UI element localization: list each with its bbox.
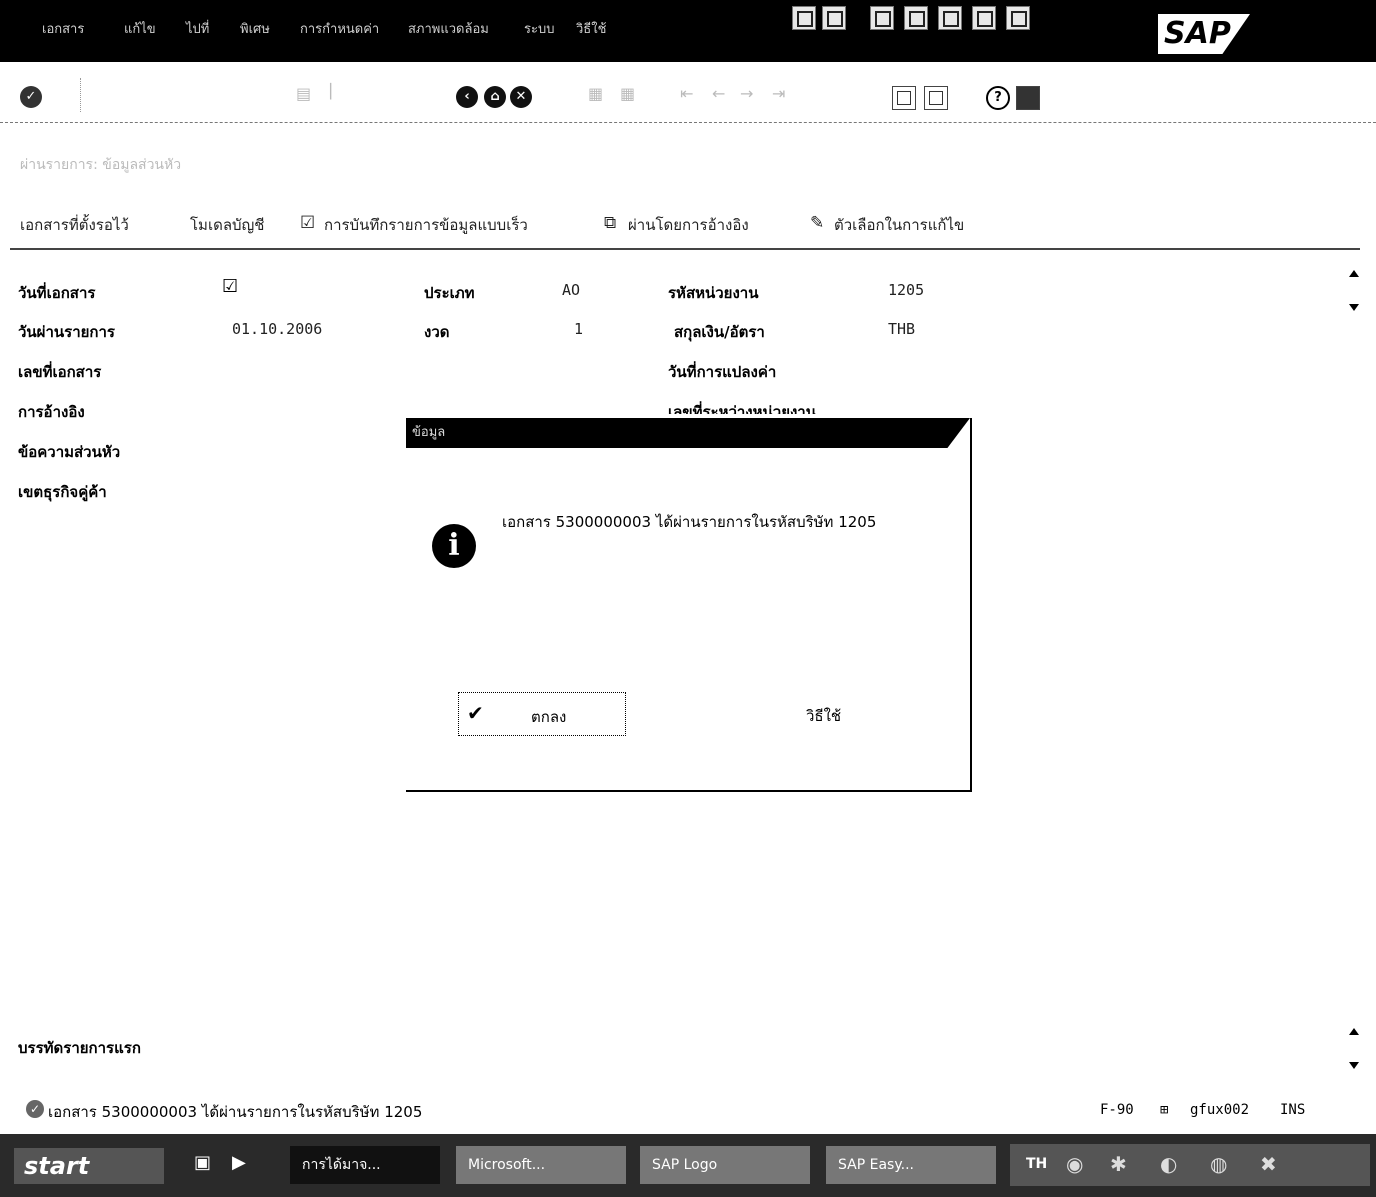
document-date-checkbox[interactable]: ☑ [222,276,238,297]
back-icon[interactable]: ‹ [456,86,478,108]
insert-mode: INS [1280,1102,1306,1118]
transaction-code: F-90 [1100,1102,1134,1118]
document-date-label: วันที่เอกสาร [18,284,96,302]
ok-button-label: ตกลง [531,708,567,726]
doc-type-field[interactable]: AO [562,281,580,299]
lower-scroll-up-arrow-icon[interactable] [1349,1028,1359,1035]
graphics-icon[interactable] [938,6,962,30]
toolbar-divider [10,248,1360,250]
taskbar-item-sap-easy-access[interactable]: SAP Easy... [826,1146,996,1184]
reference-label: การอ้างอิง [18,403,85,421]
checkmark-icon: ✔ [467,701,484,725]
print-icon[interactable]: ▦ [588,84,603,103]
edit-icon[interactable] [972,6,996,30]
help-icon[interactable]: ? [986,86,1010,110]
menu-environment[interactable]: สภาพแวดล้อม [408,18,489,39]
system-tray: TH ◉ ✱ ◐ ◍ ✖ [1010,1144,1370,1186]
menu-bar: เอกสาร แก้ไข ไปที่ พิเศษ การกำหนดค่า สภา… [0,0,1376,62]
volume-icon[interactable]: ◐ [1160,1152,1177,1176]
document-number-label: เลขที่เอกสาร [18,363,102,381]
create-session-icon[interactable] [892,86,916,110]
info-icon: i [432,524,476,568]
held-documents-button[interactable]: เอกสารที่ตั้งรอไว้ [20,213,129,237]
currency-label: สกุลเงิน/อัตรา [674,323,765,341]
first-line-item-label: บรรทัดรายการแรก [18,1039,141,1057]
user-id: gfux002 [1190,1102,1250,1118]
sap-logo: SAP [1158,14,1250,54]
screen-title: ผ่านรายการ: ข้อมูลส่วนหัว [20,157,182,173]
system-info-icon[interactable]: ⊞ [1160,1102,1168,1118]
layout-menu-icon[interactable] [792,6,816,30]
company-code-field[interactable]: 1205 [888,281,924,299]
menu-settings[interactable]: การกำหนดค่า [300,18,379,39]
dialog-message: เอกสาร 5300000003 ได้ผ่านรายการในรหัสบริ… [502,513,877,531]
windows-taskbar: start ▣ ▶ การได้มาจ... Microsoft... SAP … [0,1134,1376,1197]
excel-icon[interactable] [904,6,928,30]
status-bar: ✓ เอกสาร 5300000003 ได้ผ่านรายการในรหัสบ… [0,1092,1376,1126]
first-page-icon[interactable]: ⇤ [680,84,693,103]
media-player-icon[interactable]: ▶ [232,1152,246,1173]
command-field-divider [80,78,82,112]
menu-edit[interactable]: แก้ไข [124,18,156,39]
customize-layout-icon[interactable] [1016,86,1040,110]
posting-date-field[interactable]: 01.10.2006 [232,320,322,338]
fast-entry-icon: ☑ [300,213,316,233]
status-message[interactable]: เอกสาร 5300000003 ได้ผ่านรายการในรหัสบริ… [48,1100,422,1124]
period-label: งวด [424,323,450,341]
separator-icon: ▏ [330,84,341,100]
currency-field[interactable]: THB [888,320,915,338]
help-button[interactable]: วิธีใช้ [806,704,841,728]
cross-company-label: เลขที่ระหว่างหน่วยงาน [668,403,816,414]
cancel-icon[interactable]: ✕ [510,86,532,108]
enter-check-icon[interactable]: ✓ [20,86,42,108]
taskbar-item-document[interactable]: การได้มาจ... [290,1146,440,1184]
antivirus-icon[interactable]: ◍ [1210,1152,1227,1176]
save-icon[interactable]: ▤ [296,84,311,103]
language-indicator[interactable]: TH [1026,1156,1047,1172]
clock-icon[interactable]: ✖ [1260,1152,1277,1176]
editing-options-button[interactable]: ตัวเลือกในการแก้ไข [834,213,964,237]
standard-toolbar: ✓ ▤ ▏ ‹ ⌂ ✕ ▦ ▦ ⇤ ← → ⇥ ? [0,72,1376,123]
word-icon[interactable] [870,6,894,30]
account-model-button[interactable]: โมเดลบัญชี [190,213,265,237]
exit-icon[interactable]: ⌂ [484,86,506,108]
posting-date-label: วันผ่านรายการ [18,323,115,341]
menu-document[interactable]: เอกสาร [42,18,84,39]
lower-scroll-down-arrow-icon[interactable] [1349,1062,1359,1069]
quick-launch-icon[interactable]: ▣ [194,1152,211,1173]
information-dialog: ข้อมูล i เอกสาร 5300000003 ได้ผ่านรายการ… [406,418,972,792]
scroll-up-arrow-icon[interactable] [1349,270,1359,277]
taskbar-item-excel[interactable]: Microsoft... [456,1146,626,1184]
start-button[interactable]: start [14,1148,164,1184]
success-check-icon: ✓ [26,1100,44,1118]
post-with-reference-button[interactable]: ผ่านโดยการอ้างอิง [628,213,749,237]
dialog-title: ข้อมูล [406,418,970,448]
next-page-icon[interactable]: → [740,84,753,103]
company-code-label: รหัสหน่วยงาน [668,284,759,302]
last-page-icon[interactable]: ⇥ [772,84,785,103]
doc-type-label: ประเภท [424,284,475,302]
previous-page-icon[interactable]: ← [712,84,725,103]
menu-system[interactable]: ระบบ [524,18,554,39]
header-text-label: ข้อความส่วนหัว [18,443,121,461]
period-field[interactable]: 1 [574,320,583,338]
taskbar-item-sap-logon[interactable]: SAP Logo [640,1146,810,1184]
pencil-icon: ✎ [810,213,825,233]
post-reference-icon: ⧉ [604,213,617,233]
partner-business-area-label: เขตธุรกิจคู่ค้า [18,483,107,501]
ok-button[interactable]: ✔ ตกลง [458,692,626,736]
tray-app-icon[interactable]: ✱ [1110,1152,1127,1176]
window-icon[interactable] [822,6,846,30]
menu-help[interactable]: วิธีใช้ [576,18,606,39]
fast-entry-button[interactable]: การบันทึกรายการข้อมูลแบบเร็ว [324,213,528,237]
translation-date-label: วันที่การแปลงค่า [668,363,777,381]
scroll-down-arrow-icon[interactable] [1349,304,1359,311]
menu-goto[interactable]: ไปที่ [186,18,209,39]
export-icon[interactable] [1006,6,1030,30]
shortcut-icon[interactable] [924,86,948,110]
network-icon[interactable]: ◉ [1066,1152,1083,1176]
find-icon[interactable]: ▦ [620,84,635,103]
menu-extras[interactable]: พิเศษ [240,18,270,39]
